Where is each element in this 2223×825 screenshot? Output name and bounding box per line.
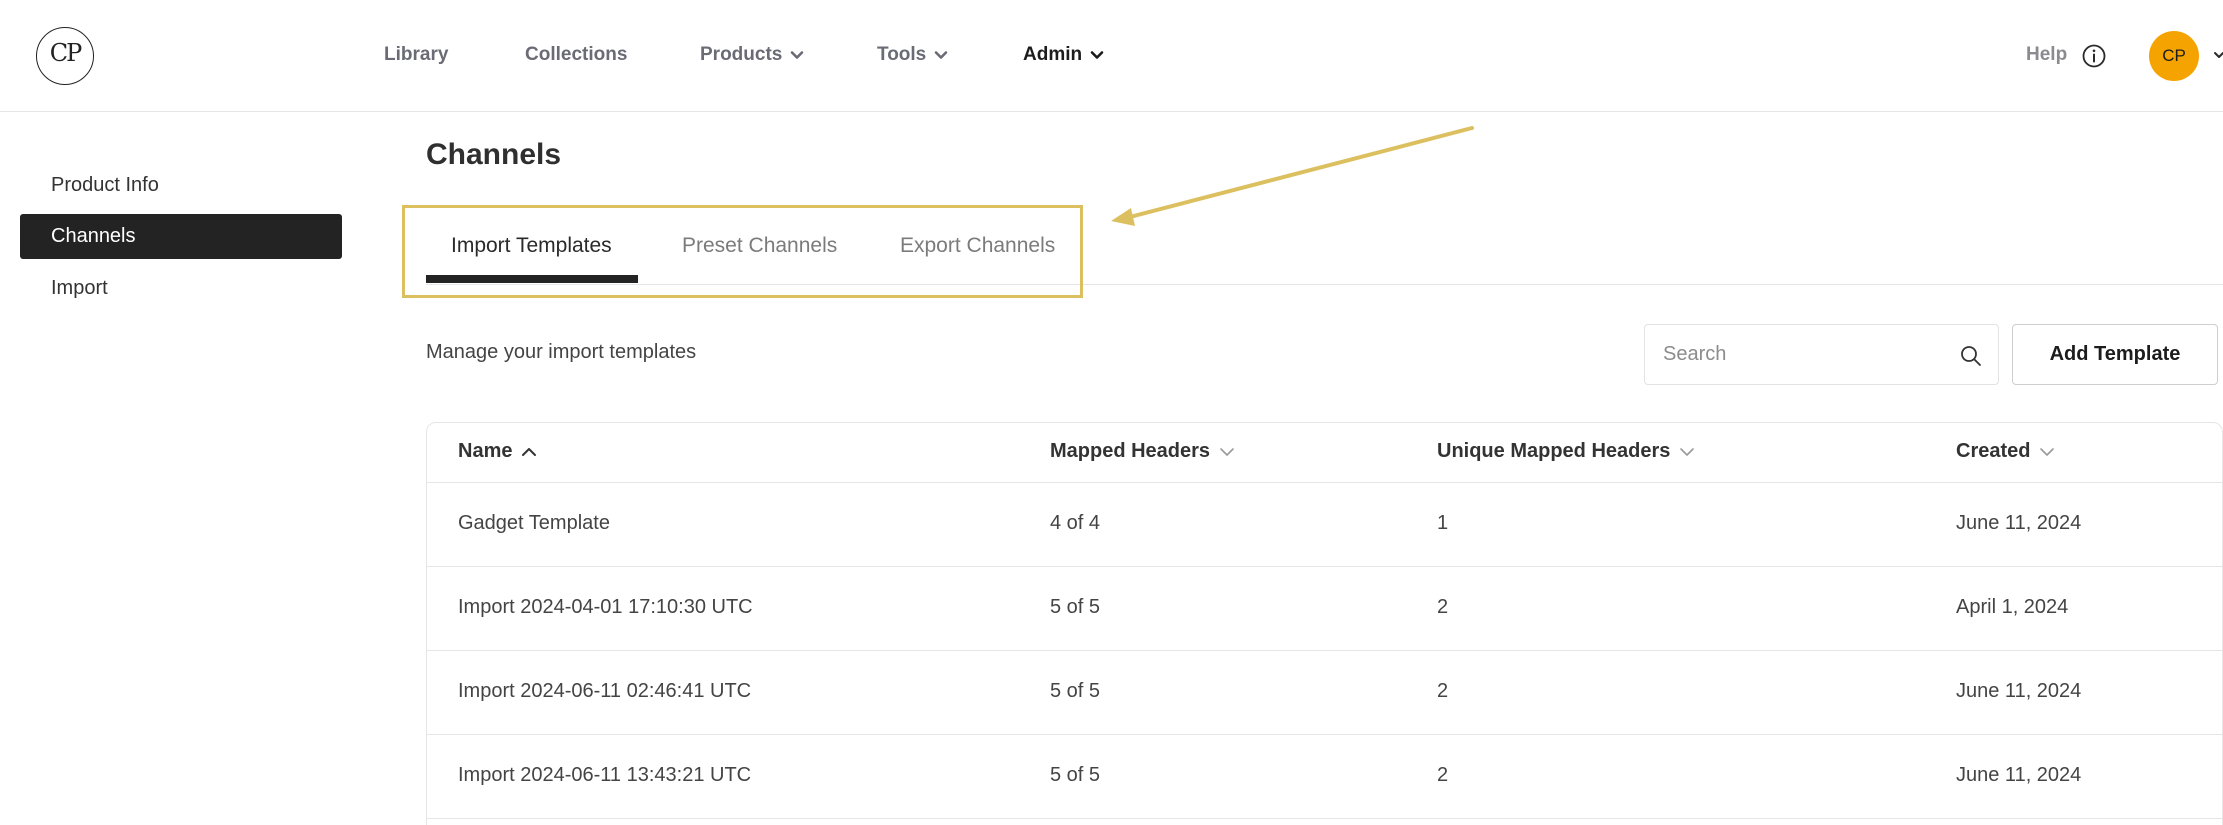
- cell-mapped-headers: 5 of 5: [1050, 596, 1101, 618]
- column-header-mapped-headers[interactable]: Mapped Headers: [1050, 440, 1236, 463]
- cell-name: Import 2024-06-11 13:43:21 UTC: [458, 764, 752, 786]
- cell-name: Import 2024-06-11 02:46:41 UTC: [458, 680, 752, 702]
- search-icon[interactable]: [1960, 345, 1982, 367]
- cell-created: June 11, 2024: [1956, 512, 2082, 534]
- sort-chevron-down-icon: [1680, 447, 1695, 456]
- column-header-label: Created: [1956, 440, 2031, 462]
- column-header-label: Mapped Headers: [1050, 440, 1211, 462]
- sort-chevron-down-icon: [1220, 447, 1234, 456]
- sort-ascending-icon: [522, 447, 537, 456]
- cell-mapped-headers: 5 of 5: [1050, 680, 1101, 702]
- search-box: [1644, 324, 1999, 385]
- column-header-label: Unique Mapped Headers: [1437, 440, 1671, 462]
- cell-mapped-headers: 4 of 4: [1050, 512, 1101, 534]
- table-row[interactable]: [427, 483, 2223, 566]
- cell-name: Import 2024-04-01 17:10:30 UTC: [458, 596, 753, 618]
- section-description: Manage your import templates: [426, 341, 697, 363]
- search-input[interactable]: [1645, 325, 1998, 384]
- row-divider: [427, 818, 2223, 819]
- cell-unique-mapped-headers: 2: [1437, 764, 1449, 786]
- cell-created: June 11, 2024: [1956, 764, 2082, 786]
- cell-mapped-headers: 5 of 5: [1050, 764, 1101, 786]
- cell-name: Gadget Template: [458, 512, 610, 534]
- cell-unique-mapped-headers: 1: [1437, 512, 1449, 534]
- column-header-name[interactable]: Name: [458, 440, 538, 463]
- cell-unique-mapped-headers: 2: [1437, 680, 1449, 702]
- cell-unique-mapped-headers: 2: [1437, 596, 1449, 618]
- cell-created: June 11, 2024: [1956, 680, 2082, 702]
- column-header-unique-mapped-headers[interactable]: Unique Mapped Headers: [1437, 440, 1696, 463]
- cell-created: April 1, 2024: [1956, 596, 2069, 618]
- column-header-label: Name: [458, 440, 513, 462]
- sort-chevron-down-icon: [2040, 447, 2055, 456]
- column-header-created[interactable]: Created: [1956, 440, 2056, 463]
- add-template-button[interactable]: Add Template: [2012, 324, 2218, 385]
